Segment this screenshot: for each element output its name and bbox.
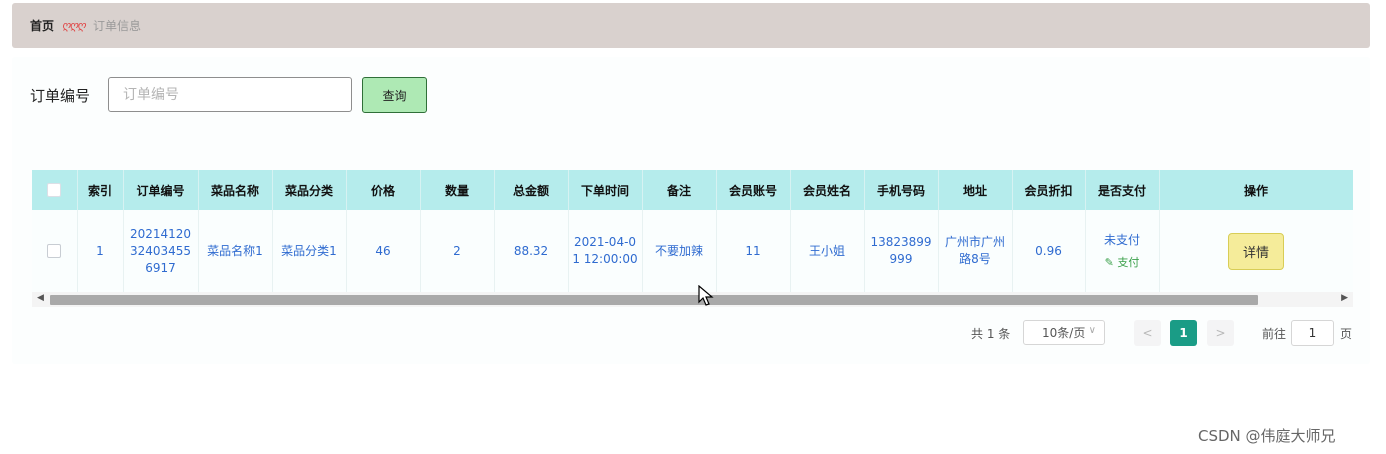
- col-header-pay-status: 是否支付: [1085, 170, 1160, 210]
- col-header-index: 索引: [77, 170, 124, 210]
- breadcrumb: 首页 ღღღ 订单信息: [12, 3, 1370, 48]
- chevron-right-icon: >: [1215, 326, 1226, 340]
- breadcrumb-separator: ღღღ: [62, 19, 86, 32]
- table-header-row: 索引 订单编号 菜品名称 菜品分类 价格 数量 总金额 下单时间 备注 会员账号…: [32, 170, 1353, 210]
- cell-dish-name: 菜品名称1: [198, 210, 273, 293]
- cell-remark: 不要加辣: [642, 210, 717, 293]
- goto-page-input[interactable]: [1291, 320, 1334, 346]
- search-label: 订单编号: [30, 87, 91, 105]
- order-number-input[interactable]: [108, 77, 352, 112]
- cell-total: 88.32: [494, 210, 569, 293]
- col-header-dish-name: 菜品名称: [198, 170, 273, 210]
- col-header-phone: 手机号码: [864, 170, 939, 210]
- pagination-total: 共 1 条: [971, 327, 1011, 341]
- cell-order-time: 2021-04-01 12:00:00: [568, 210, 643, 293]
- prev-page-button[interactable]: <: [1134, 320, 1161, 346]
- col-header-member-account: 会员账号: [716, 170, 791, 210]
- order-table: 索引 订单编号 菜品名称 菜品分类 价格 数量 总金额 下单时间 备注 会员账号…: [32, 170, 1353, 311]
- page-unit-label: 页: [1340, 327, 1353, 341]
- mouse-cursor-icon: [698, 285, 714, 306]
- col-header-discount: 会员折扣: [1012, 170, 1086, 210]
- cell-member-account: 11: [716, 210, 791, 293]
- cell-index: 1: [77, 210, 124, 293]
- query-button[interactable]: 查询: [362, 77, 427, 113]
- detail-button[interactable]: 详情: [1228, 232, 1284, 270]
- col-header-actions: 操作: [1159, 170, 1353, 210]
- col-header-address: 地址: [938, 170, 1013, 210]
- breadcrumb-home[interactable]: 首页: [30, 17, 54, 34]
- horizontal-scrollbar[interactable]: ◀ ▶: [32, 292, 1353, 307]
- scroll-left-arrow-icon[interactable]: ◀: [37, 293, 44, 303]
- breadcrumb-current: 订单信息: [92, 19, 141, 33]
- chevron-left-icon: <: [1142, 326, 1153, 340]
- row-checkbox[interactable]: [47, 244, 62, 258]
- watermark: CSDN @伟庭大师兄: [1198, 427, 1336, 445]
- col-header-member-name: 会员姓名: [790, 170, 865, 210]
- next-page-button[interactable]: >: [1207, 320, 1234, 346]
- pay-status-text: 未支付: [1103, 232, 1140, 247]
- pay-link[interactable]: ✎ 支付: [1089, 254, 1156, 271]
- cell-price: 46: [346, 210, 421, 293]
- cell-actions: 详情: [1159, 210, 1353, 293]
- main-panel: 订单编号 查询 索引 订单编号 菜品名称 菜品分类 价格 数量: [12, 57, 1370, 364]
- chevron-down-icon: ∨: [1088, 325, 1096, 336]
- cell-pay-status: 未支付 ✎ 支付: [1085, 210, 1160, 293]
- col-header-order-no: 订单编号: [123, 170, 199, 210]
- goto-label: 前往: [1262, 327, 1287, 341]
- page-size-select[interactable]: 10条/页 ∨: [1023, 320, 1105, 345]
- col-header-price: 价格: [346, 170, 421, 210]
- col-header-remark: 备注: [642, 170, 717, 210]
- select-all-cell[interactable]: [32, 170, 78, 210]
- col-header-quantity: 数量: [420, 170, 495, 210]
- scroll-right-arrow-icon[interactable]: ▶: [1341, 293, 1348, 303]
- page-number-current[interactable]: 1: [1170, 320, 1197, 346]
- cell-dish-category: 菜品分类1: [272, 210, 347, 293]
- table-row: 1 20214120324034556917 菜品名称1 菜品分类1 46 2 …: [32, 210, 1353, 293]
- cell-member-name: 王小姐: [790, 210, 865, 293]
- row-select-cell[interactable]: [32, 210, 78, 293]
- col-header-total: 总金额: [494, 170, 569, 210]
- cell-address: 广州市广州路8号: [938, 210, 1013, 293]
- pay-link-label: 支付: [1117, 255, 1140, 269]
- col-header-dish-category: 菜品分类: [272, 170, 347, 210]
- edit-icon: ✎: [1104, 255, 1114, 269]
- col-header-order-time: 下单时间: [568, 170, 643, 210]
- cell-phone: 13823899999: [864, 210, 939, 293]
- cell-discount: 0.96: [1012, 210, 1086, 293]
- select-all-checkbox[interactable]: [47, 183, 62, 198]
- page-size-value: 10条/页: [1042, 326, 1086, 340]
- cell-quantity: 2: [420, 210, 495, 293]
- scrollbar-thumb[interactable]: [50, 295, 1258, 305]
- cell-order-no: 20214120324034556917: [123, 210, 199, 293]
